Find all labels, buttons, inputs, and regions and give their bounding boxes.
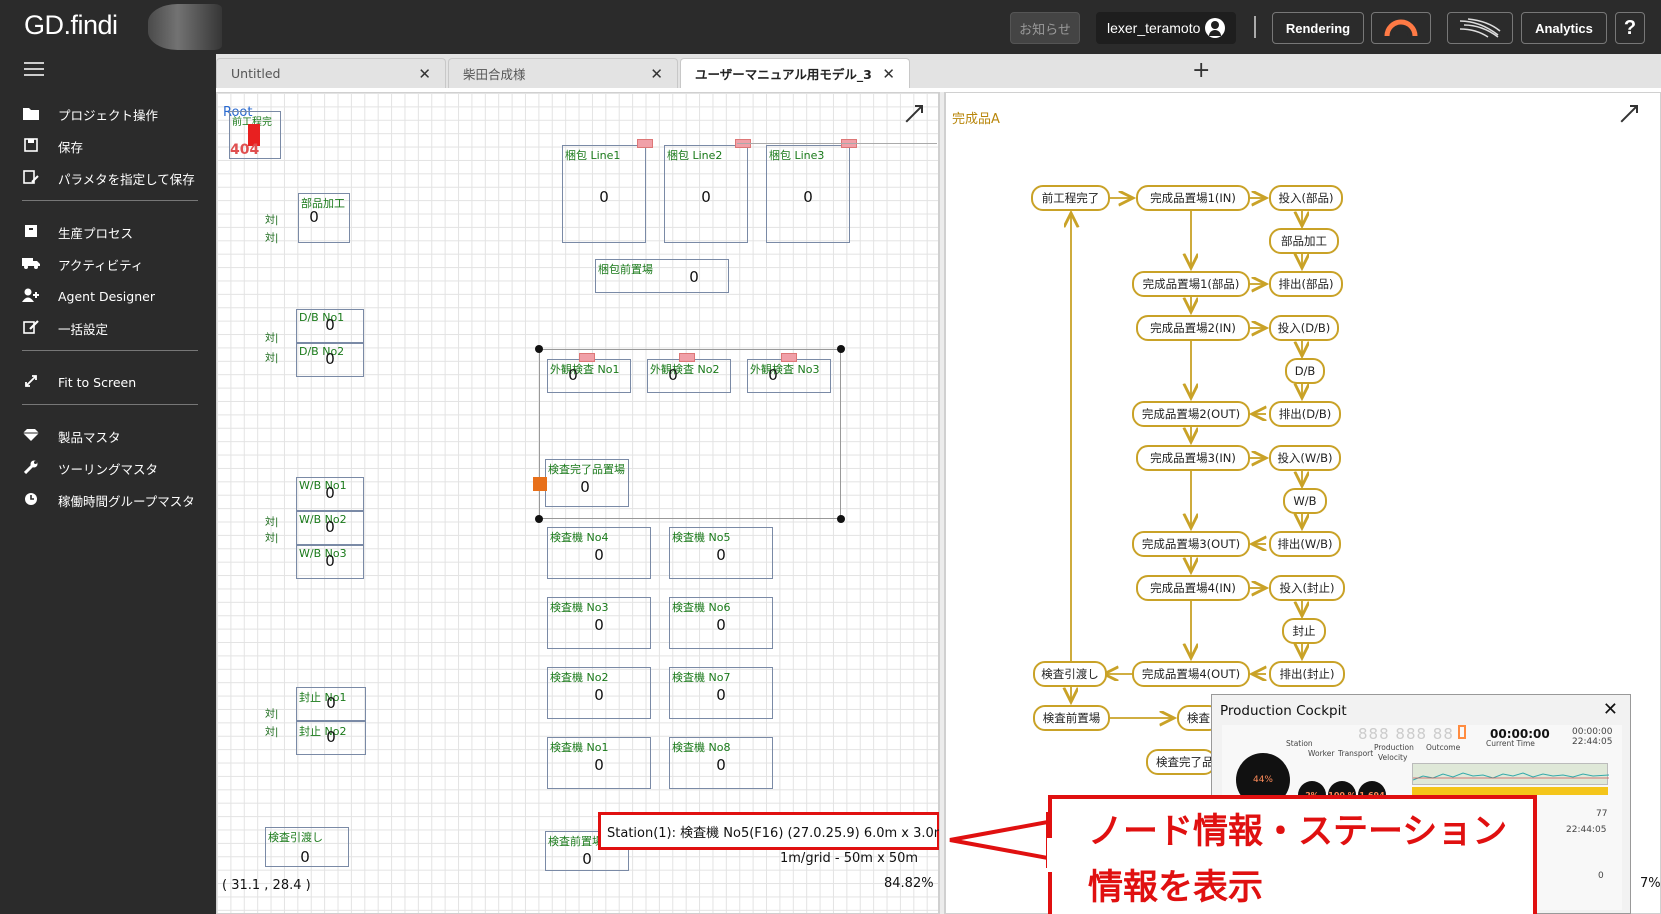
app-root: GD.findi お知らせ lexer_teramoto Rendering A… [0,0,1661,914]
callout-line-1: ノード情報・ステーション [1088,812,1508,852]
callout-line-2: 情報を表示 [1088,868,1264,908]
callout-pointer [949,812,1050,868]
callout-box: ノード情報・ステーション 情報を表示 [1048,795,1537,914]
callout-pointer-mask [1047,838,1055,872]
